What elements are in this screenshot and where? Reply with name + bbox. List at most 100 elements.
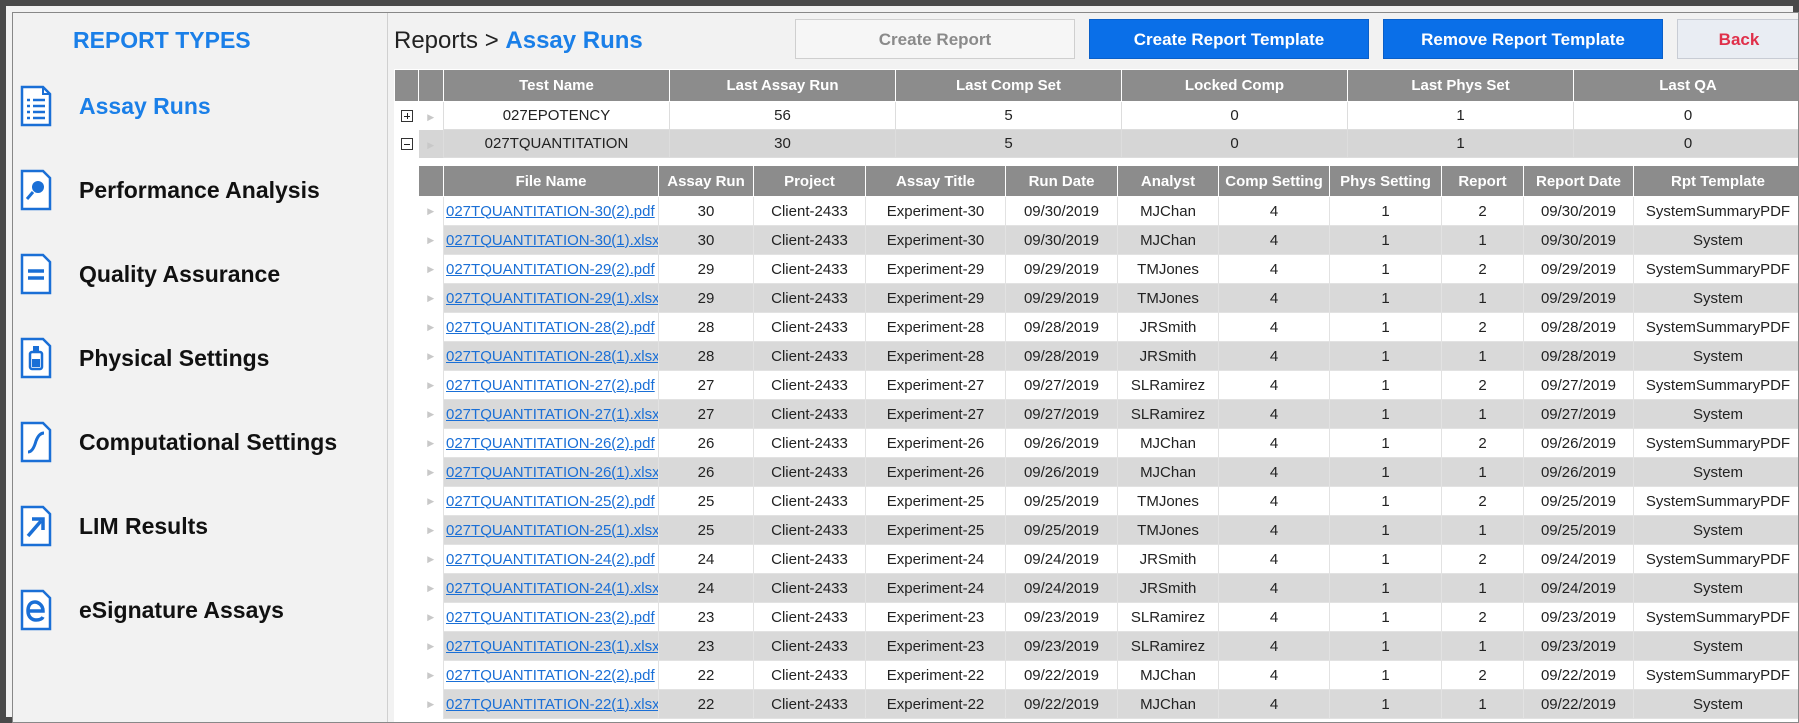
sidebar-item-computational-settings[interactable]: Computational Settings xyxy=(13,415,388,475)
table-cell: 24 xyxy=(658,573,754,603)
file-link[interactable]: 027TQUANTITATION-26(2).pdf xyxy=(446,435,655,452)
table-row[interactable]: ▶ 027TQUANTITATION-23(1).xlsx 23 Client-243… xyxy=(418,631,1798,661)
table-row[interactable]: ▶ 027TQUANTITATION-26(1).xlsx 26 Client-243… xyxy=(418,457,1798,487)
table-cell: 1 xyxy=(1441,283,1524,313)
column-header[interactable]: File Name xyxy=(443,165,659,197)
table-cell: Client-2433 xyxy=(753,602,866,632)
file-name-cell: 027TQUANTITATION-26(1).xlsx xyxy=(443,457,659,487)
table-row[interactable]: ▶ 027TQUANTITATION 30 5 0 1 0 xyxy=(394,129,1798,158)
column-header[interactable]: Rpt Template xyxy=(1633,165,1798,197)
table-cell: 2 xyxy=(1441,544,1524,574)
column-header[interactable]: Assay Run xyxy=(658,165,754,197)
file-link[interactable]: 027TQUANTITATION-30(2).pdf xyxy=(446,203,655,220)
column-header[interactable]: Last Assay Run xyxy=(669,69,896,102)
table-row[interactable]: ▶ 027TQUANTITATION-25(1).xlsx 25 Client-243… xyxy=(418,515,1798,545)
file-link[interactable]: 027TQUANTITATION-23(1).xlsx xyxy=(446,638,658,655)
table-row[interactable]: ▶ 027TQUANTITATION-22(2).pdf 22 Client-2433… xyxy=(418,660,1798,690)
file-link[interactable]: 027TQUANTITATION-22(1).xlsx xyxy=(446,696,658,713)
table-cell: TMJones xyxy=(1117,486,1219,516)
table-row[interactable]: ▶ 027TQUANTITATION-28(1).xlsx 28 Client-243… xyxy=(418,341,1798,371)
back-button[interactable]: Back xyxy=(1677,19,1798,59)
table-cell: MJChan xyxy=(1117,225,1219,255)
collapse-icon[interactable] xyxy=(400,138,413,151)
file-link[interactable]: 027TQUANTITATION-23(2).pdf xyxy=(446,609,655,626)
table-row[interactable]: ▶ 027TQUANTITATION-22(1).xlsx 22 Client-243… xyxy=(418,689,1798,719)
column-header[interactable]: Assay Title xyxy=(865,165,1006,197)
table-cell: Experiment-30 xyxy=(865,196,1006,226)
column-header[interactable]: Report Date xyxy=(1523,165,1634,197)
column-header[interactable]: Locked Comp xyxy=(1121,69,1348,102)
table-cell: Experiment-25 xyxy=(865,515,1006,545)
table-row[interactable]: ▶ 027TQUANTITATION-24(1).xlsx 24 Client-243… xyxy=(418,573,1798,603)
table-cell: System xyxy=(1633,283,1798,313)
table-cell: Client-2433 xyxy=(753,399,866,429)
file-link[interactable]: 027TQUANTITATION-29(1).xlsx xyxy=(446,290,658,307)
breadcrumb-root[interactable]: Reports > xyxy=(394,27,505,54)
table-cell: 4 xyxy=(1218,370,1330,400)
column-header[interactable]: Run Date xyxy=(1005,165,1118,197)
table-cell: Client-2433 xyxy=(753,428,866,458)
sidebar-item-performance-analysis[interactable]: Performance Analysis xyxy=(13,163,388,223)
table-row[interactable]: ▶ 027TQUANTITATION-24(2).pdf 24 Client-2433… xyxy=(418,544,1798,574)
table-cell: 09/25/2019 xyxy=(1523,515,1634,545)
table-cell: Experiment-27 xyxy=(865,370,1006,400)
breadcrumb-current: Assay Runs xyxy=(505,27,643,54)
table-row[interactable]: ▶ 027TQUANTITATION-27(2).pdf 27 Client-2433… xyxy=(418,370,1798,400)
table-row[interactable]: ▶ 027EPOTENCY 56 5 0 1 0 xyxy=(394,101,1798,130)
table-row[interactable]: ▶ 027TQUANTITATION-30(1).xlsx 30 Client-243… xyxy=(418,225,1798,255)
column-header[interactable]: Report xyxy=(1441,165,1524,197)
remove-report-template-button[interactable]: Remove Report Template xyxy=(1383,19,1663,59)
table-row[interactable]: ▶ 027TQUANTITATION-29(1).xlsx 29 Client-243… xyxy=(418,283,1798,313)
file-link[interactable]: 027TQUANTITATION-25(2).pdf xyxy=(446,493,655,510)
file-link[interactable]: 027TQUANTITATION-24(1).xlsx xyxy=(446,580,658,597)
create-report-template-button[interactable]: Create Report Template xyxy=(1089,19,1369,59)
file-link[interactable]: 027TQUANTITATION-24(2).pdf xyxy=(446,551,655,568)
sidebar-item-assay-runs[interactable]: Assay Runs xyxy=(13,79,388,139)
expand-icon[interactable] xyxy=(400,110,413,123)
column-header[interactable]: Last Phys Set xyxy=(1347,69,1574,102)
table-row[interactable]: ▶ 027TQUANTITATION-27(1).xlsx 27 Client-243… xyxy=(418,399,1798,429)
column-header[interactable]: Comp Setting xyxy=(1218,165,1330,197)
report-grid: Test Name Last Assay Run Last Comp Set L… xyxy=(394,69,1798,722)
file-link[interactable]: 027TQUANTITATION-28(1).xlsx xyxy=(446,348,658,365)
row-indicator-icon: ▶ xyxy=(418,660,444,690)
table-cell: SLRamirez xyxy=(1117,399,1219,429)
table-row[interactable]: ▶ 027TQUANTITATION-26(2).pdf 26 Client-2433… xyxy=(418,428,1798,458)
column-header[interactable]: Last Comp Set xyxy=(895,69,1122,102)
row-indicator-icon: ▶ xyxy=(418,486,444,516)
file-link[interactable]: 027TQUANTITATION-29(2).pdf xyxy=(446,261,655,278)
file-link[interactable]: 027TQUANTITATION-26(1).xlsx xyxy=(446,464,658,481)
file-link[interactable]: 027TQUANTITATION-27(1).xlsx xyxy=(446,406,658,423)
table-cell: 1 xyxy=(1441,631,1524,661)
table-row[interactable]: ▶ 027TQUANTITATION-23(2).pdf 23 Client-2433… xyxy=(418,602,1798,632)
table-cell: 09/27/2019 xyxy=(1523,399,1634,429)
sidebar-item-esignature-assays[interactable]: eSignature Assays xyxy=(13,583,388,643)
table-cell: 1 xyxy=(1329,573,1442,603)
file-link[interactable]: 027TQUANTITATION-25(1).xlsx xyxy=(446,522,658,539)
table-cell: 29 xyxy=(658,283,754,313)
table-cell: 56 xyxy=(669,101,896,130)
column-header[interactable]: Last QA xyxy=(1573,69,1798,102)
sidebar-item-quality-assurance[interactable]: Quality Assurance xyxy=(13,247,388,307)
table-cell: 1 xyxy=(1329,602,1442,632)
table-row[interactable]: ▶ 027TQUANTITATION-29(2).pdf 29 Client-2433… xyxy=(418,254,1798,284)
table-row[interactable]: ▶ 027TQUANTITATION-30(2).pdf 30 Client-2433… xyxy=(418,196,1798,226)
sidebar-item-label: Computational Settings xyxy=(79,429,338,455)
table-row[interactable]: ▶ 027TQUANTITATION-28(2).pdf 28 Client-2433… xyxy=(418,312,1798,342)
table-cell: 09/23/2019 xyxy=(1523,631,1634,661)
table-cell: 027TQUANTITATION xyxy=(443,129,670,158)
file-link[interactable]: 027TQUANTITATION-30(1).xlsx xyxy=(446,232,658,249)
column-header[interactable]: Phys Setting xyxy=(1329,165,1442,197)
file-link[interactable]: 027TQUANTITATION-28(2).pdf xyxy=(446,319,655,336)
table-cell: Client-2433 xyxy=(753,573,866,603)
file-link[interactable]: 027TQUANTITATION-22(2).pdf xyxy=(446,667,655,684)
sidebar-item-physical-settings[interactable]: Physical Settings xyxy=(13,331,388,391)
column-header[interactable]: Project xyxy=(753,165,866,197)
sidebar-item-lim-results[interactable]: LIM Results xyxy=(13,499,388,559)
create-report-button[interactable]: Create Report xyxy=(795,19,1075,59)
column-header[interactable]: Analyst xyxy=(1117,165,1219,197)
table-cell: 26 xyxy=(658,457,754,487)
file-link[interactable]: 027TQUANTITATION-27(2).pdf xyxy=(446,377,655,394)
column-header[interactable]: Test Name xyxy=(443,69,670,102)
table-row[interactable]: ▶ 027TQUANTITATION-25(2).pdf 25 Client-2433… xyxy=(418,486,1798,516)
